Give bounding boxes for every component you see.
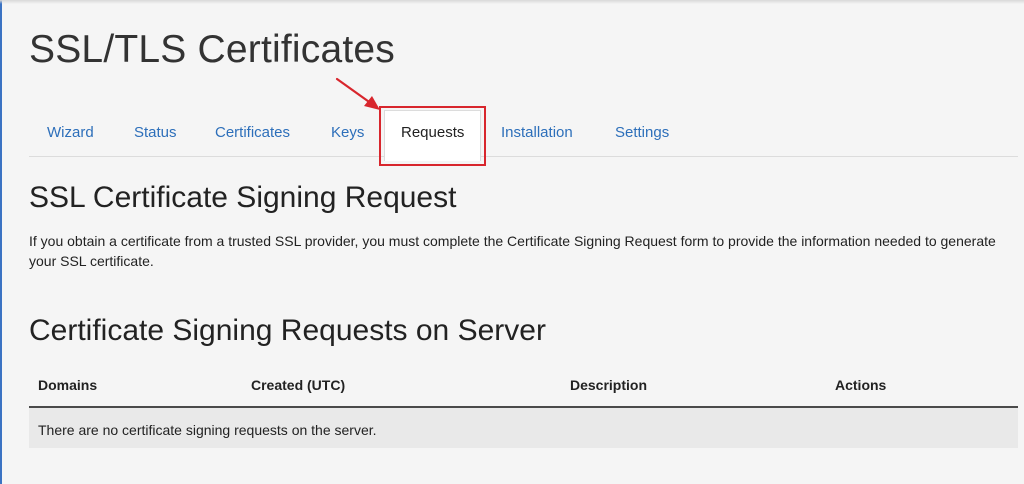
empty-table-message: There are no certificate signing request… — [38, 422, 377, 438]
server-requests-title: Certificate Signing Requests on Server — [29, 314, 546, 347]
tab-settings[interactable]: Settings — [615, 124, 669, 141]
csr-description: If you obtain a certificate from a trust… — [29, 233, 996, 269]
tab-wizard[interactable]: Wizard — [47, 124, 94, 141]
tab-divider — [29, 156, 1018, 157]
annotation-highlight-box — [379, 106, 486, 166]
csr-section-title: SSL Certificate Signing Request — [29, 181, 457, 214]
tab-keys[interactable]: Keys — [331, 124, 364, 141]
column-header-domains: Domains — [38, 377, 98, 393]
column-header-actions: Actions — [835, 377, 887, 393]
column-header-description: Description — [570, 377, 648, 393]
tab-installation[interactable]: Installation — [501, 124, 573, 141]
tab-bar: Wizard Status Certificates Keys Requests… — [0, 0, 1018, 166]
tab-status[interactable]: Status — [134, 124, 177, 141]
tab-certificates[interactable]: Certificates — [215, 124, 290, 141]
column-header-created: Created (UTC) — [251, 377, 346, 393]
table-row: There are no certificate signing request… — [29, 408, 1018, 448]
